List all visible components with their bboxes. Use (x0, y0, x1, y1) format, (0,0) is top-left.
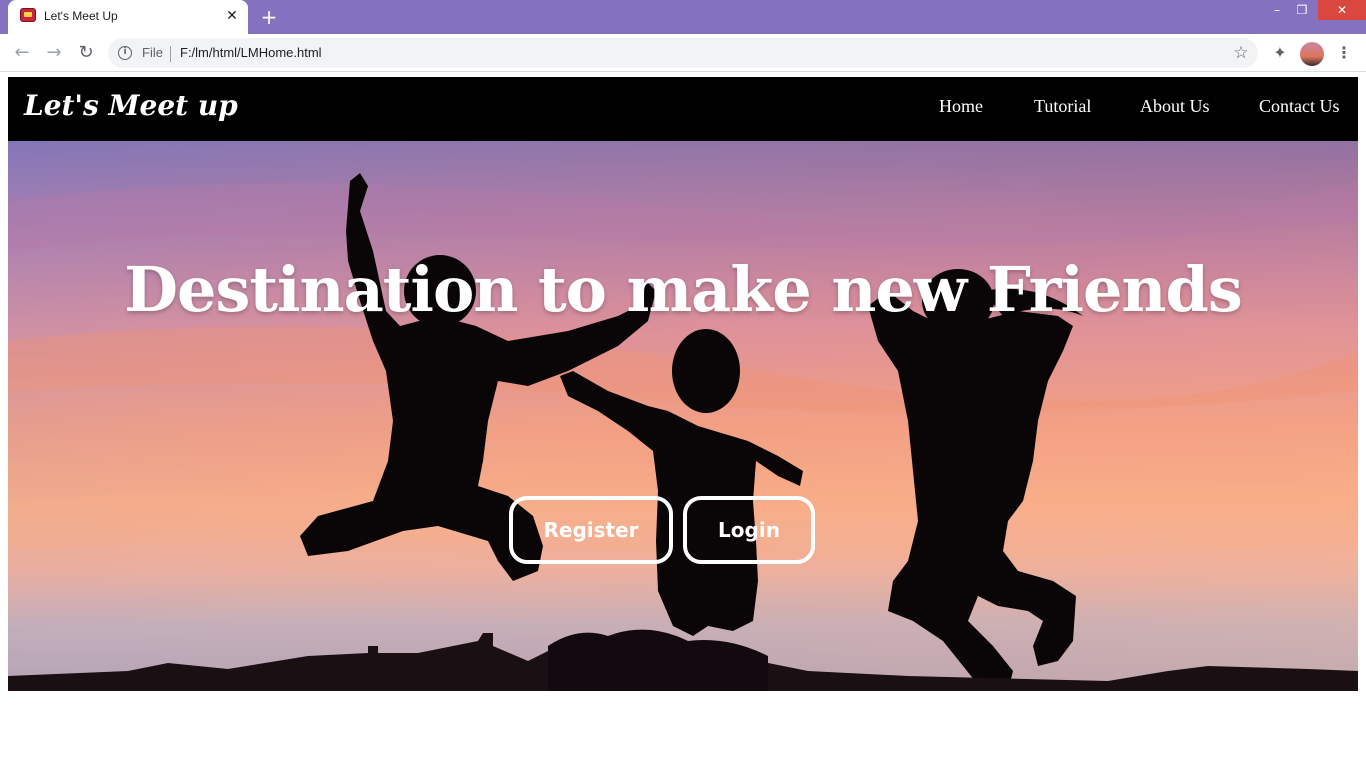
forward-icon[interactable]: → (42, 41, 66, 65)
site-navbar: Let's Meet up Home Tutorial About Us Con… (8, 77, 1358, 141)
hero-background-image (8, 141, 1358, 691)
nav-link-home[interactable]: Home (939, 96, 983, 117)
reload-icon[interactable]: ↻ (74, 41, 98, 65)
back-icon[interactable]: ← (10, 41, 34, 65)
address-bar[interactable]: i File F:/lm/html/LMHome.html ☆ (108, 38, 1258, 68)
omnibox-divider (170, 46, 171, 62)
new-tab-icon[interactable]: + (258, 6, 280, 28)
extensions-icon[interactable]: ✦ (1268, 41, 1292, 65)
close-window-icon[interactable]: ✕ (1318, 0, 1366, 20)
nav-link-contact-us[interactable]: Contact Us (1259, 96, 1340, 117)
nav-link-tutorial[interactable]: Tutorial (1034, 96, 1091, 117)
browser-toolbar: ← → ↻ i File F:/lm/html/LMHome.html ☆ ✦ … (0, 34, 1366, 72)
profile-avatar[interactable] (1300, 42, 1324, 66)
favicon-icon (20, 8, 36, 22)
browser-tab[interactable]: Let's Meet Up ✕ (8, 0, 248, 34)
site-brand[interactable]: Let's Meet up (24, 89, 238, 122)
scheme-label: File (142, 45, 163, 60)
restore-icon[interactable]: ❐ (1282, 0, 1322, 20)
url-text[interactable]: F:/lm/html/LMHome.html (180, 45, 322, 60)
hero-title: Destination to make new Friends (124, 253, 1243, 326)
info-icon[interactable]: i (118, 46, 132, 60)
register-button[interactable]: Register (509, 496, 673, 564)
login-button[interactable]: Login (683, 496, 815, 564)
tab-strip: Let's Meet Up ✕ + – ❐ ✕ (0, 0, 1366, 34)
close-tab-icon[interactable]: ✕ (224, 8, 240, 24)
nav-link-about-us[interactable]: About Us (1140, 96, 1210, 117)
hero-banner: Destination to make new Friends Register… (8, 141, 1358, 691)
menu-icon[interactable]: ⋮ (1334, 41, 1354, 65)
tab-title: Let's Meet Up (44, 9, 118, 23)
star-icon[interactable]: ☆ (1230, 42, 1252, 64)
